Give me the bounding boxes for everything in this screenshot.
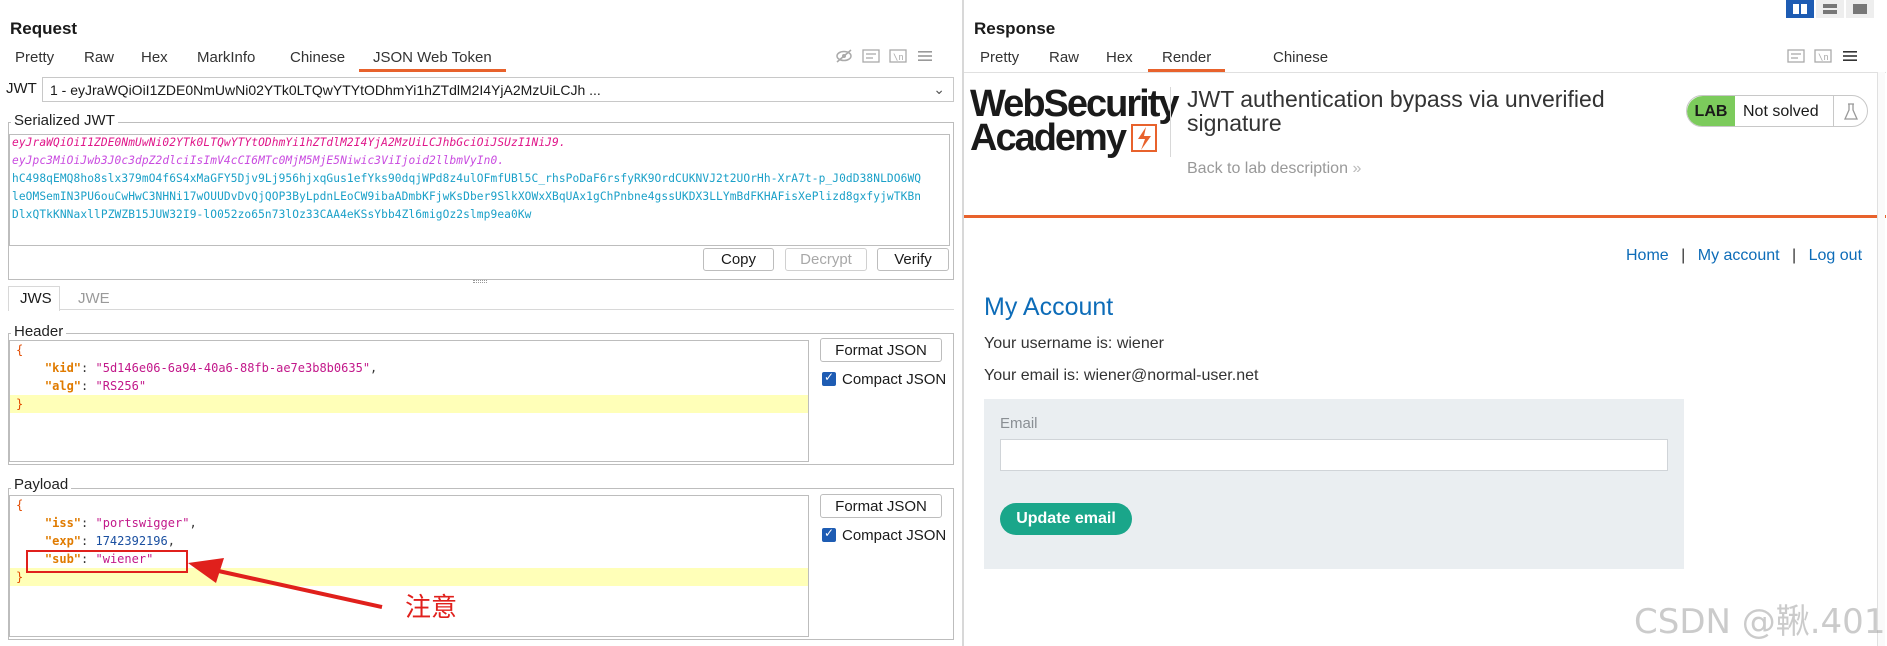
jwt-select[interactable]: 1 - eyJraWQiOiI1ZDE0NmUwNi02YTk0LTQwYTYt… bbox=[42, 77, 954, 102]
response-wrap-lines-icon[interactable] bbox=[1784, 45, 1808, 67]
jwt-select-value: 1 - eyJraWQiOiI1ZDE0NmUwNi02YTk0LTQwYTYt… bbox=[50, 82, 601, 98]
copy-button[interactable]: Copy bbox=[703, 248, 774, 271]
splitter-handle[interactable] bbox=[473, 280, 487, 283]
update-email-form: Email Update email bbox=[984, 399, 1684, 569]
email-text: Your email is: wiener@normal-user.net bbox=[984, 367, 1259, 384]
nav-home-link[interactable]: Home bbox=[1626, 247, 1669, 264]
header-close-brace: } bbox=[10, 395, 808, 413]
decrypt-button[interactable]: Decrypt bbox=[785, 248, 867, 271]
payload-exp-line: "exp": 1742392196, bbox=[44, 534, 175, 548]
lightning-logo-icon bbox=[1130, 124, 1157, 152]
response-tab-pretty[interactable]: Pretty bbox=[980, 49, 1019, 66]
tab-raw[interactable]: Raw bbox=[84, 49, 114, 66]
layout-single-icon[interactable] bbox=[1846, 0, 1874, 18]
header-open-brace: { bbox=[16, 343, 24, 357]
chevron-down-icon: ⌄ bbox=[933, 81, 945, 97]
payload-open-brace: { bbox=[16, 498, 24, 512]
annotation-highlight-box bbox=[26, 550, 188, 573]
tab-chinese[interactable]: Chinese bbox=[290, 49, 345, 66]
nav-my-account-link[interactable]: My account bbox=[1698, 247, 1780, 264]
header-alg-line: "alg": "RS256" bbox=[44, 379, 147, 393]
tab-markinfo[interactable]: MarkInfo bbox=[197, 49, 255, 66]
back-to-lab-link[interactable]: Back to lab description » bbox=[1187, 160, 1361, 178]
payload-format-json-button[interactable]: Format JSON bbox=[820, 494, 942, 518]
header-format-json-button[interactable]: Format JSON bbox=[820, 338, 942, 362]
response-menu-icon[interactable] bbox=[1838, 45, 1862, 67]
top-nav: Home | My account | Log out bbox=[1626, 247, 1863, 264]
header-compact-json-checkbox[interactable]: Compact JSON bbox=[822, 370, 946, 388]
payload-iss-line: "iss": "portswigger", bbox=[44, 516, 197, 530]
serialized-jwt-text[interactable]: eyJraWQiOiI1ZDE0NmUwNi02YTk0LTQwYTYtODhm… bbox=[9, 134, 950, 246]
layout-side-by-side-icon[interactable] bbox=[1786, 0, 1814, 18]
serialized-jwt-legend: Serialized JWT bbox=[11, 112, 118, 129]
nav-log-out-link[interactable]: Log out bbox=[1809, 247, 1862, 264]
newline-icon[interactable]: \n bbox=[886, 45, 910, 67]
response-tab-chinese[interactable]: Chinese bbox=[1273, 49, 1328, 66]
jwt-signature-line-1: hC498qEMQ8ho8slx379mO4f6S4xMaGFY5Djv9Lj9… bbox=[12, 172, 922, 185]
hide-icon[interactable] bbox=[832, 45, 856, 67]
response-tab-hex[interactable]: Hex bbox=[1106, 49, 1133, 66]
verify-button[interactable]: Verify bbox=[877, 248, 949, 271]
lab-status-widget: LAB Not solved bbox=[1686, 95, 1868, 127]
tab-jwe[interactable]: JWE bbox=[78, 290, 110, 307]
request-title: Request bbox=[10, 19, 78, 38]
wsa-logo: WebSecurity Academy bbox=[970, 83, 1179, 159]
tab-pretty[interactable]: Pretty bbox=[15, 49, 54, 66]
jwt-signature-line-2: leOMSemIN3PU6ouCwHwC3NHNi17wOUUDvDvQjQOP… bbox=[12, 190, 922, 203]
response-tab-raw[interactable]: Raw bbox=[1049, 49, 1079, 66]
lab-title: JWT authentication bypass via unverified… bbox=[1187, 86, 1605, 136]
svg-text:\n: \n bbox=[893, 53, 904, 63]
flask-icon bbox=[1833, 96, 1867, 126]
csdn-watermark: CSDN @鞦.401 bbox=[1634, 602, 1886, 642]
page-heading: My Account bbox=[984, 293, 1114, 321]
response-title: Response bbox=[974, 19, 1056, 38]
jwt-signature-line-3: DlxQTkKNNaxllPZWZB15JUW32I9-lO052zo65n73… bbox=[12, 208, 532, 221]
header-divider bbox=[964, 215, 1886, 218]
response-newline-icon[interactable]: \n bbox=[1811, 45, 1835, 67]
tab-hex[interactable]: Hex bbox=[141, 49, 168, 66]
jwt-label: JWT bbox=[6, 80, 37, 97]
update-email-button[interactable]: Update email bbox=[1000, 503, 1132, 535]
layout-switcher bbox=[1786, 0, 1874, 18]
email-input[interactable] bbox=[1000, 439, 1668, 471]
annotation-arrow-icon bbox=[188, 558, 383, 609]
payload-compact-json-checkbox[interactable]: Compact JSON bbox=[822, 526, 946, 544]
tab-json-web-token[interactable]: JSON Web Token bbox=[359, 49, 506, 72]
email-label: Email bbox=[1000, 415, 1038, 432]
payload-legend: Payload bbox=[11, 476, 72, 493]
annotation-note: 注意 bbox=[405, 593, 458, 623]
header-legend: Header bbox=[11, 323, 67, 340]
response-scrollbar[interactable] bbox=[1877, 72, 1885, 646]
jwt-payload-segment: eyJpc3MiOiJwb3J0c3dpZ2dlciIsImV4cCI6MTc0… bbox=[12, 154, 505, 167]
rendered-page: WebSecurity Academy JWT authentication b… bbox=[964, 72, 1886, 646]
tab-jws[interactable]: JWS bbox=[20, 290, 52, 307]
menu-icon[interactable] bbox=[913, 45, 937, 67]
svg-text:\n: \n bbox=[1818, 53, 1829, 63]
layout-stacked-icon[interactable] bbox=[1816, 0, 1844, 18]
username-text: Your username is: wiener bbox=[984, 335, 1164, 352]
response-tab-render[interactable]: Render bbox=[1147, 49, 1226, 72]
jwt-header-segment: eyJraWQiOiI1ZDE0NmUwNi02YTk0LTQwYTYtODhm… bbox=[12, 136, 566, 149]
response-pane: Response Pretty Raw Hex Render Chinese \… bbox=[964, 0, 1887, 646]
lab-badge: LAB bbox=[1687, 96, 1735, 126]
header-kid-line: "kid": "5d146e06-6a94-40a6-88fb-ae7e3b8b… bbox=[44, 361, 378, 375]
request-pane: Request Pretty Raw Hex MarkInfo Chinese … bbox=[0, 0, 962, 646]
header-json-editor[interactable]: { "kid": "5d146e06-6a94-40a6-88fb-ae7e3b… bbox=[9, 340, 809, 462]
lab-status-text: Not solved bbox=[1743, 103, 1819, 120]
wrap-lines-icon[interactable] bbox=[859, 45, 883, 67]
